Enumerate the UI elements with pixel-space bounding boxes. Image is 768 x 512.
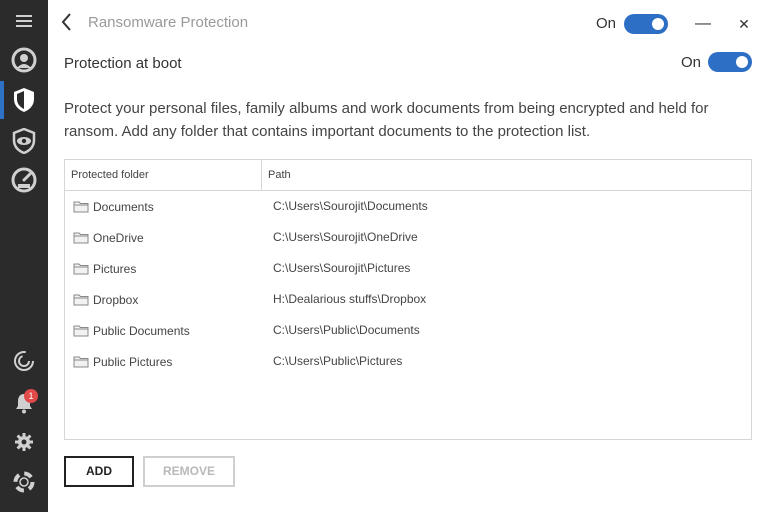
page-title: Ransomware Protection — [88, 14, 249, 31]
menu-icon — [16, 15, 32, 27]
path-cell: H:\Dealarious stuffs\Dropbox — [273, 292, 427, 306]
toggle-knob — [652, 18, 664, 30]
menu-button[interactable] — [0, 0, 48, 42]
minimize-icon: — — [695, 15, 711, 32]
column-header-path[interactable]: Path — [262, 160, 751, 191]
ransomware-protection-toggle[interactable] — [624, 14, 668, 34]
path-cell: C:\Users\Sourojit\OneDrive — [273, 230, 418, 244]
sidebar-item-account[interactable] — [0, 39, 48, 81]
user-icon — [11, 47, 37, 73]
folder-name: Dropbox — [93, 292, 139, 307]
folder-cell: Public Documents — [73, 315, 190, 346]
table-row[interactable]: Pictures C:\Users\Sourojit\Pictures — [65, 253, 751, 284]
table-row[interactable]: Documents C:\Users\Sourojit\Documents — [65, 191, 751, 222]
folder-icon — [73, 232, 89, 244]
folder-icon — [73, 294, 89, 306]
table-row[interactable]: Public Documents C:\Users\Public\Documen… — [65, 315, 751, 346]
remove-button[interactable]: REMOVE — [143, 456, 235, 487]
sidebar-item-protection[interactable] — [0, 79, 48, 121]
protected-folders-table: Protected folder Path Documents C:\Users… — [64, 159, 752, 440]
spiral-icon — [14, 351, 34, 371]
shield-icon — [14, 88, 34, 112]
folder-cell: OneDrive — [73, 222, 144, 253]
minimize-button[interactable]: — — [688, 10, 718, 38]
folder-name: Pictures — [93, 261, 137, 276]
chevron-left-icon — [61, 13, 71, 31]
back-button[interactable] — [58, 10, 76, 34]
privacy-eye-shield-icon — [12, 128, 36, 154]
speedometer-icon — [11, 167, 37, 193]
sidebar-item-privacy[interactable] — [0, 120, 48, 162]
folder-icon — [73, 201, 89, 213]
toggle-knob — [736, 56, 748, 68]
path-cell: C:\Users\Public\Pictures — [273, 354, 403, 368]
folder-icon — [73, 325, 89, 337]
sidebar-item-notifications[interactable] — [0, 382, 48, 424]
sidebar-item-help[interactable] — [0, 461, 48, 503]
boot-toggle-label: On — [681, 54, 702, 71]
sidebar: 1 — [0, 0, 48, 512]
lifebuoy-icon — [13, 471, 35, 493]
close-icon: ✕ — [738, 15, 750, 32]
description-text: Protect your personal files, family albu… — [64, 100, 709, 140]
path-cell: C:\Users\Sourojit\Documents — [273, 199, 428, 213]
sidebar-item-performance[interactable] — [0, 159, 48, 201]
table-row[interactable]: Public Pictures C:\Users\Public\Pictures — [65, 346, 751, 377]
folder-name: Public Pictures — [93, 354, 173, 369]
add-button[interactable]: ADD — [64, 456, 134, 487]
folder-cell: Documents — [73, 191, 154, 222]
folder-icon — [73, 356, 89, 368]
folder-icon — [73, 263, 89, 275]
main-toggle-label: On — [596, 15, 617, 32]
folder-cell: Dropbox — [73, 284, 138, 315]
table-row[interactable]: OneDrive C:\Users\Sourojit\OneDrive — [65, 222, 751, 253]
notification-badge: 1 — [24, 389, 38, 403]
column-header-folder[interactable]: Protected folder — [65, 160, 262, 191]
path-cell: C:\Users\Public\Documents — [273, 323, 420, 337]
sidebar-item-settings[interactable] — [0, 421, 48, 463]
table-row[interactable]: Dropbox H:\Dealarious stuffs\Dropbox — [65, 284, 751, 315]
folder-name: Public Documents — [93, 323, 190, 338]
table-header: Protected folder Path — [65, 160, 751, 191]
folder-name: OneDrive — [93, 230, 144, 245]
folder-cell: Public Pictures — [73, 346, 172, 377]
sidebar-item-activity[interactable] — [0, 340, 48, 382]
gear-icon — [15, 433, 33, 451]
folder-cell: Pictures — [73, 253, 136, 284]
path-cell: C:\Users\Sourojit\Pictures — [273, 261, 411, 275]
folder-name: Documents — [93, 199, 154, 214]
boot-protection-toggle[interactable] — [708, 52, 752, 72]
boot-protection-label: Protection at boot — [64, 55, 182, 72]
close-button[interactable]: ✕ — [729, 10, 759, 38]
